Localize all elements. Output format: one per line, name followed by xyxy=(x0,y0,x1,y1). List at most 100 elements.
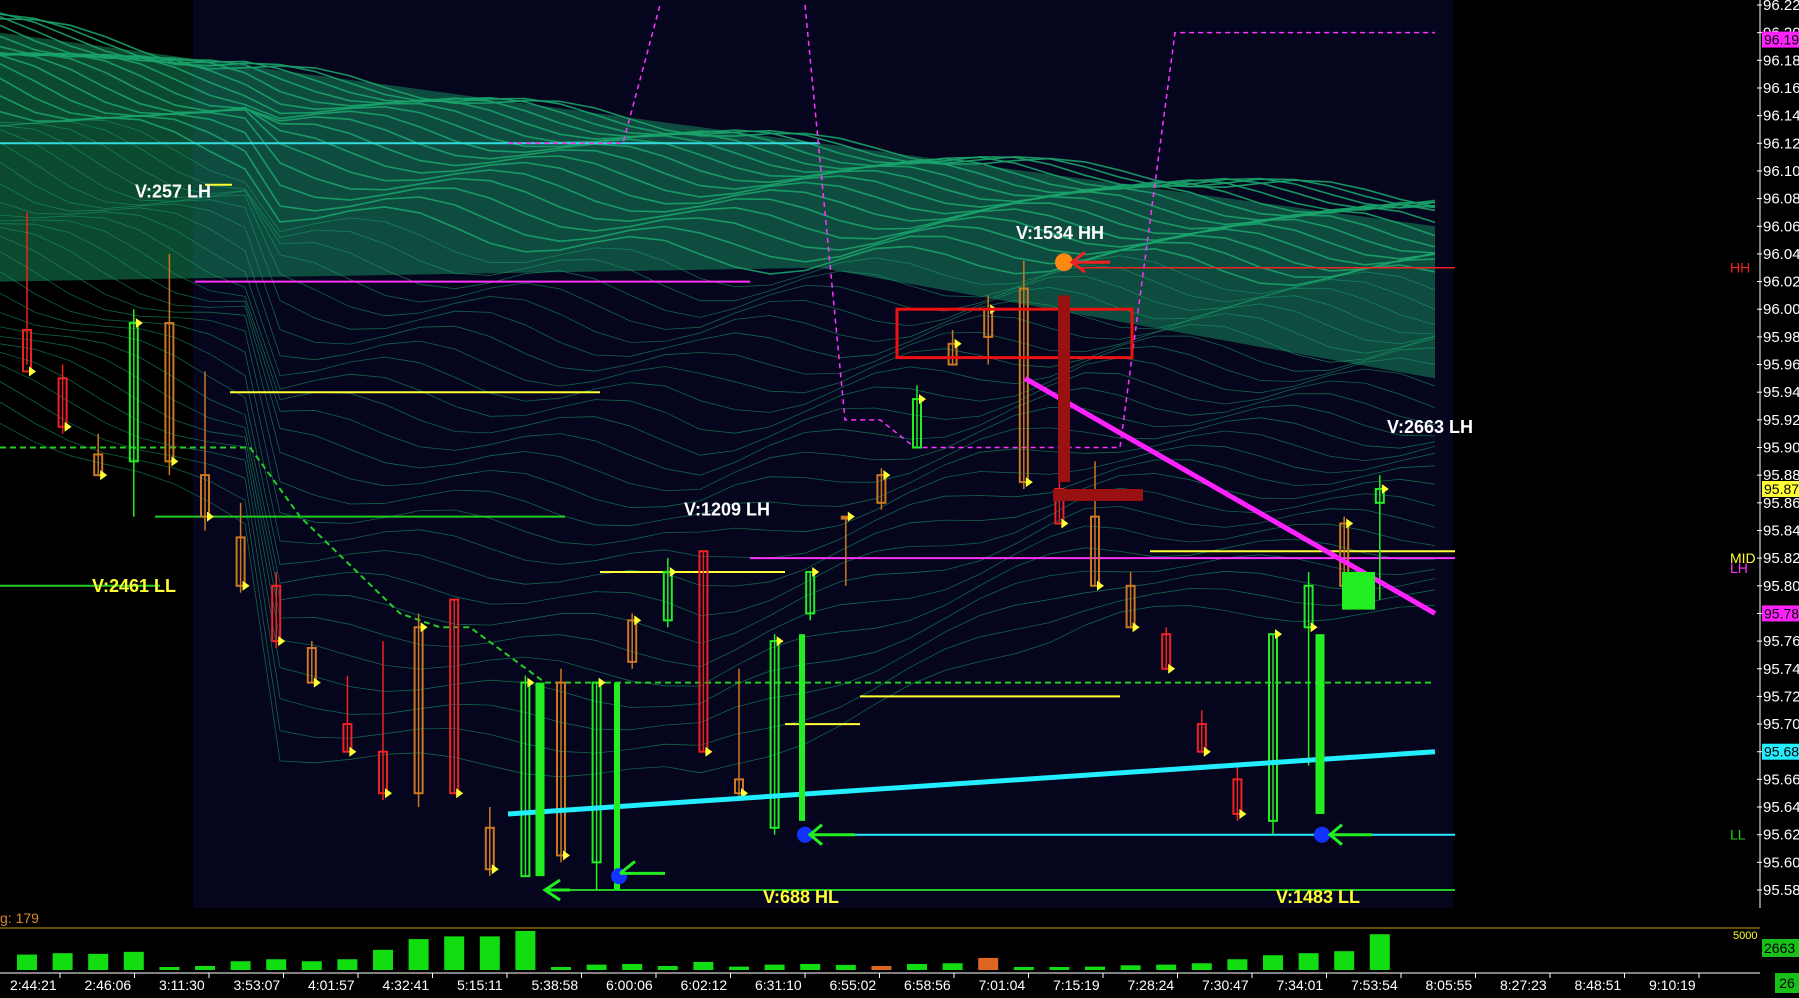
hh-bar xyxy=(1053,488,1143,501)
side-label: HH xyxy=(1730,260,1750,276)
swing-label: V:1534 HH xyxy=(1016,223,1104,243)
volume-bar xyxy=(1191,963,1212,970)
volume-bar xyxy=(1334,951,1355,970)
volume-bar xyxy=(1369,934,1390,970)
time-tick-label: 6:58:56 xyxy=(904,977,951,993)
price-tick-label: 95.70 xyxy=(1763,716,1799,733)
swing-label: V:2663 LH xyxy=(1387,417,1473,437)
time-tick-label: 7:53:54 xyxy=(1351,977,1398,993)
price-tick-label: 95.74 xyxy=(1763,661,1799,678)
volume-bar xyxy=(17,954,37,970)
price-tick-label: 95.82 xyxy=(1763,550,1799,567)
price-tick-label: 96.14 xyxy=(1763,108,1799,125)
swing-label: V:1483 LL xyxy=(1276,887,1360,907)
price-tick-label: 96.10 xyxy=(1763,163,1799,180)
time-tick-label: 7:01:04 xyxy=(979,977,1026,993)
time-tick-label: 7:15:19 xyxy=(1053,977,1100,993)
volume-left-label: g: 179 xyxy=(0,910,39,926)
time-tick-label: 8:05:55 xyxy=(1426,977,1473,993)
volume-bar xyxy=(1156,964,1177,970)
volume-bar xyxy=(942,963,963,970)
corner-tag: 26 xyxy=(1775,973,1799,993)
time-tick-label: 8:48:51 xyxy=(1575,977,1622,993)
price-tick-label: 96.16 xyxy=(1763,80,1799,97)
volume-swing-bar xyxy=(1315,634,1325,814)
volume-bar xyxy=(88,953,109,970)
volume-bar xyxy=(52,953,73,970)
volume-bar xyxy=(230,961,251,970)
time-tick-label: 2:46:06 xyxy=(85,977,132,993)
time-tick-label: 3:11:30 xyxy=(159,977,205,993)
price-tick-label: 96.22 xyxy=(1763,0,1799,14)
price-tick-label: 95.98 xyxy=(1763,329,1799,346)
volume-bar xyxy=(337,959,358,970)
price-tick-label: 95.58 xyxy=(1763,882,1799,899)
time-tick-label: 5:38:58 xyxy=(532,977,579,993)
price-tick-label: 96.12 xyxy=(1763,135,1799,152)
volume-bar xyxy=(657,965,678,970)
price-tick-label: 95.96 xyxy=(1763,357,1799,374)
price-tag-label: 95.87 xyxy=(1764,481,1799,497)
time-tick-label: 7:28:24 xyxy=(1128,977,1175,993)
time-tick-label: 2:44:21 xyxy=(10,977,57,993)
volume-bar xyxy=(408,939,429,970)
price-tick-label: 96.02 xyxy=(1763,274,1799,291)
volume-bar xyxy=(479,936,500,970)
time-tick-label: 4:32:41 xyxy=(383,977,430,993)
time-tick-label: 7:30:47 xyxy=(1202,977,1249,993)
volume-bar xyxy=(1013,967,1034,970)
volume-bar xyxy=(444,936,465,970)
volume-bar xyxy=(693,961,714,970)
volume-tag-label: 2663 xyxy=(1764,940,1795,956)
volume-bar xyxy=(978,957,999,970)
price-tag-label: 96.19 xyxy=(1764,32,1799,48)
swing-dot xyxy=(1314,826,1330,843)
side-label: LH xyxy=(1730,560,1748,576)
volume-swing-bar xyxy=(799,634,805,821)
time-tick-label: 6:00:06 xyxy=(606,977,653,993)
signal-box xyxy=(1342,571,1375,610)
volume-bar xyxy=(123,951,144,970)
swing-label: V:2461 LL xyxy=(92,576,176,596)
hh-bar xyxy=(1058,295,1070,483)
price-tick-label: 96.04 xyxy=(1763,246,1799,263)
volume-bar xyxy=(1298,953,1319,970)
price-tick-label: 95.66 xyxy=(1763,771,1799,788)
time-tick-label: 6:31:10 xyxy=(755,977,802,993)
swing-label: V:1209 LH xyxy=(684,500,770,520)
volume-bar xyxy=(835,964,856,970)
volume-swing-bar xyxy=(614,682,620,890)
side-label: LL xyxy=(1730,827,1746,843)
volume-bar xyxy=(159,967,180,970)
volume-bar xyxy=(907,963,927,970)
volume-swing-bar xyxy=(535,682,545,877)
time-tick-label: 4:01:57 xyxy=(308,977,355,993)
price-tick-label: 95.84 xyxy=(1763,522,1799,539)
price-tag-label: 95.78 xyxy=(1764,605,1799,621)
volume-bar xyxy=(515,930,536,970)
price-tick-label: 96.18 xyxy=(1763,52,1799,69)
time-tick-label: 6:55:02 xyxy=(830,977,877,993)
price-tick-label: 95.94 xyxy=(1763,384,1799,401)
time-tick-label: 3:53:07 xyxy=(234,977,281,993)
price-tick-label: 95.76 xyxy=(1763,633,1799,650)
swing-label: V:688 HL xyxy=(763,887,839,907)
price-tick-label: 95.90 xyxy=(1763,440,1799,457)
volume-bar xyxy=(551,967,571,970)
chart-canvas: V:257 LH V:1534 HH V:2663 LH V:1209 LH V:246… xyxy=(0,0,1799,993)
volume-bar xyxy=(301,961,322,970)
volume-bar xyxy=(1227,959,1248,970)
price-tag-label: 95.68 xyxy=(1764,744,1799,760)
time-tick-label: 7:34:01 xyxy=(1277,977,1324,993)
volume-bar xyxy=(373,949,393,970)
trading-chart[interactable]: V:257 LH V:1534 HH V:2663 LH V:1209 LH V:246… xyxy=(0,0,1799,993)
price-tick-label: 95.92 xyxy=(1763,412,1799,429)
time-tick-label: 8:27:23 xyxy=(1500,977,1547,993)
volume-bar xyxy=(622,963,643,970)
price-tick-label: 96.00 xyxy=(1763,301,1799,318)
price-tick-label: 96.06 xyxy=(1763,218,1799,235)
time-tick-label: 5:15:11 xyxy=(457,977,503,993)
volume-bar xyxy=(729,966,749,970)
price-tick-label: 95.64 xyxy=(1763,799,1799,816)
price-tick-label: 95.60 xyxy=(1763,854,1799,871)
